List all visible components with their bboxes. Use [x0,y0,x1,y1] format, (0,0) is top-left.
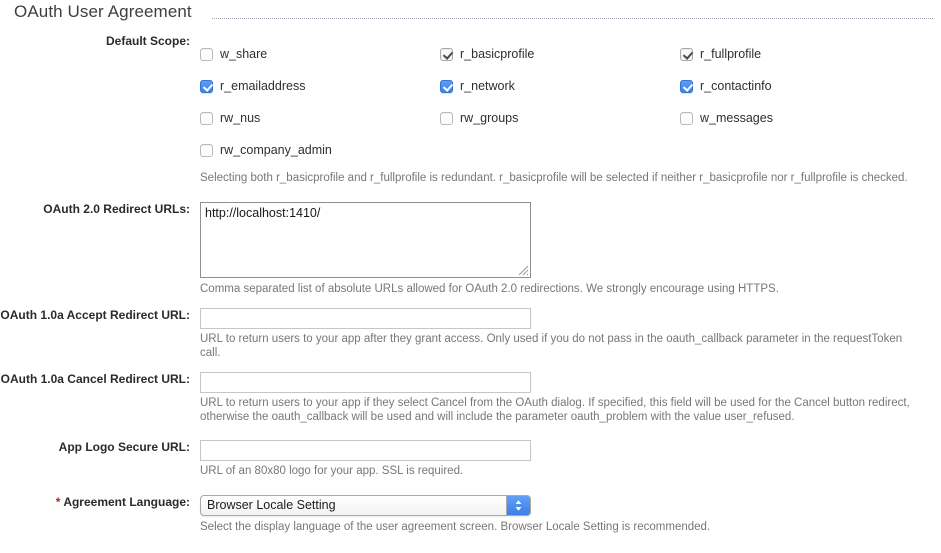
checkbox-box-r_network[interactable] [440,79,453,93]
scope-label-w_share: w_share [220,47,268,61]
scope-label-r_fullprofile: r_fullprofile [700,47,762,61]
scope-label-w_messages: w_messages [700,111,773,125]
oauth1-cancel-redirect-url-label: OAuth 1.0a Cancel Redirect URL: [0,372,190,386]
oauth1-accept-redirect-url-help-text: URL to return users to your app after th… [200,333,903,359]
oauth2-redirect-urls-textarea[interactable] [200,201,531,278]
chevron-up-down-icon [515,499,522,511]
scope-checkbox-r_basicprofile[interactable]: r_basicprofile [440,38,680,70]
scope-label-r_emailaddress: r_emailaddress [220,79,306,93]
scope-label-rw_company_admin: rw_company_admin [220,143,332,157]
checkbox-box-rw_nus[interactable] [200,111,213,125]
oauth1-cancel-redirect-url-help-text: URL to return users to your app if they … [200,397,910,423]
oauth1-cancel-redirect-url-input[interactable] [200,372,531,393]
scope-checkbox-w_messages[interactable]: w_messages [680,102,920,134]
agreement-language-label-text: Agreement Language: [63,494,190,509]
scope-checkbox-rw_company_admin[interactable]: rw_company_admin [200,134,440,166]
scope-checkbox-rw_nus[interactable]: rw_nus [200,102,440,134]
form-row-default-scope: Default Scope: w_share r_basicprofile r_… [0,34,941,186]
scope-label-r_basicprofile: r_basicprofile [460,47,535,61]
oauth-user-agreement-form: Default Scope: w_share r_basicprofile r_… [0,30,941,534]
scope-label-r_contactinfo: r_contactinfo [700,79,772,93]
agreement-language-label: * Agreement Language: [0,495,200,510]
checkbox-box-w_share[interactable] [200,47,213,61]
form-row-oauth1-accept-redirect-url: OAuth 1.0a Accept Redirect URL: URL to r… [0,308,941,360]
checkbox-box-rw_groups[interactable] [440,111,453,125]
app-logo-secure-url-label: App Logo Secure URL: [58,440,190,454]
page-title: OAuth User Agreement [14,2,200,22]
section-header: OAuth User Agreement [0,0,941,30]
checkbox-box-r_basicprofile[interactable] [440,47,453,61]
form-row-oauth1-cancel-redirect-url: OAuth 1.0a Cancel Redirect URL: URL to r… [0,372,941,424]
app-logo-secure-url-help-text: URL of an 80x80 logo for your app. SSL i… [200,465,464,477]
default-scope-checkbox-grid: w_share r_basicprofile r_fullprofile r_e… [200,38,920,166]
scope-label-rw_nus: rw_nus [220,111,261,125]
scope-checkbox-w_share[interactable]: w_share [200,38,440,70]
checkbox-box-w_messages[interactable] [680,111,693,125]
app-logo-secure-url-input[interactable] [200,440,531,461]
agreement-language-select[interactable]: Browser Locale Setting [200,494,531,516]
checkbox-box-rw_company_admin[interactable] [200,143,213,157]
oauth1-accept-redirect-url-label: OAuth 1.0a Accept Redirect URL: [0,308,190,322]
default-scope-help-text: Selecting both r_basicprofile and r_full… [200,172,908,184]
oauth2-redirect-urls-help-text: Comma separated list of absolute URLs al… [200,282,779,295]
checkbox-box-r_contactinfo[interactable] [680,79,693,93]
agreement-language-selected-value[interactable]: Browser Locale Setting [200,494,531,516]
checkbox-box-r_fullprofile[interactable] [680,47,693,61]
select-stepper-button[interactable] [506,495,530,515]
oauth1-accept-redirect-url-input[interactable] [200,308,531,329]
form-row-app-logo-secure-url: App Logo Secure URL: URL of an 80x80 log… [0,440,941,479]
scope-checkbox-rw_groups[interactable]: rw_groups [440,102,680,134]
header-divider [212,18,933,19]
form-row-agreement-language: * Agreement Language: Browser Locale Set… [0,494,941,535]
scope-label-rw_groups: rw_groups [460,111,519,125]
agreement-language-help-text: Select the display language of the user … [200,520,711,533]
checkbox-box-r_emailaddress[interactable] [200,79,213,93]
required-asterisk: * [55,494,61,509]
default-scope-label: Default Scope: [105,34,190,48]
scope-checkbox-r_contactinfo[interactable]: r_contactinfo [680,70,920,102]
scope-checkbox-r_emailaddress[interactable]: r_emailaddress [200,70,440,102]
scope-label-r_network: r_network [460,79,515,93]
oauth2-redirect-urls-label: OAuth 2.0 Redirect URLs: [43,201,190,216]
scope-checkbox-r_fullprofile[interactable]: r_fullprofile [680,38,920,70]
form-row-oauth2-redirect-urls: OAuth 2.0 Redirect URLs: Comma separated… [0,201,941,297]
scope-checkbox-r_network[interactable]: r_network [440,70,680,102]
